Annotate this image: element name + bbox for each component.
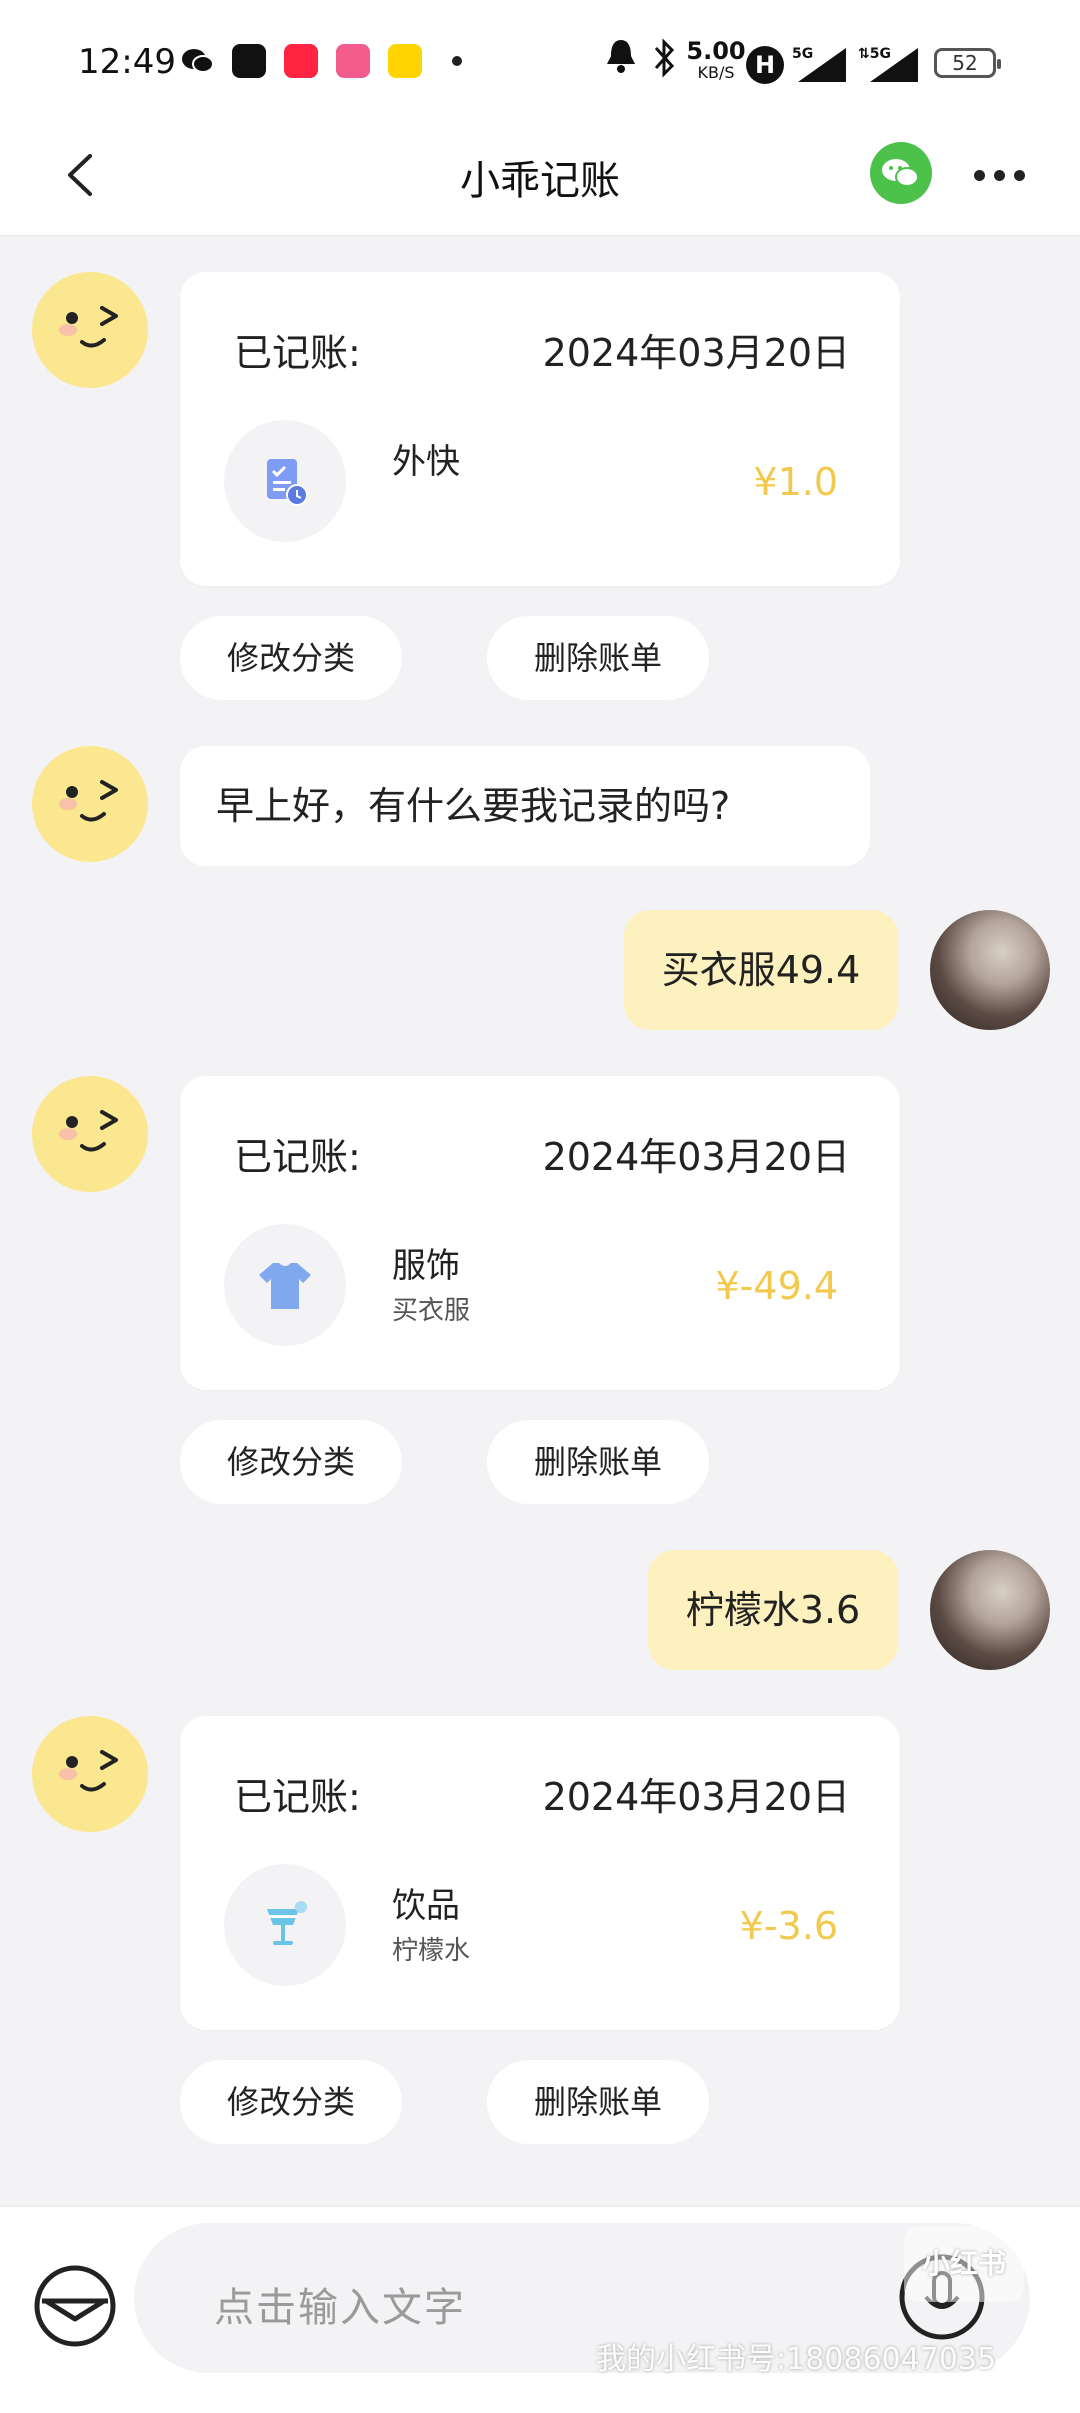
notification-dot <box>452 56 462 66</box>
category-icon-circle <box>224 420 346 542</box>
watermark-text: 我的小红书号:18086047035 <box>596 2342 997 2377</box>
bot-avatar <box>30 270 150 390</box>
xiaohongshu-watermark-logo: 小红书 <box>904 2226 1024 2302</box>
modify-category-button[interactable]: 修改分类 <box>180 2060 402 2144</box>
category-icon-circle <box>224 1864 346 1986</box>
bill-record-card[interactable]: 已记账: 2024年03月20日 服饰 买衣服 ¥-49.4 <box>180 1076 900 1390</box>
category-name: 外快 <box>392 442 460 482</box>
h-network-badge: H <box>746 46 784 84</box>
category-icon-circle <box>224 1224 346 1346</box>
tshirt-icon <box>259 1263 311 1309</box>
bot-message-bubble: 早上好，有什么要我记录的吗? <box>180 746 870 866</box>
wechat-icon <box>882 159 919 187</box>
bot-avatar <box>30 1074 150 1194</box>
network-speed: 5.00 KB/S <box>686 37 746 82</box>
status-time: 12:49 <box>78 42 176 82</box>
wechat-share-button[interactable] <box>870 142 932 204</box>
more-options-icon[interactable] <box>970 160 1030 190</box>
category-name: 饮品 <box>392 1886 460 1926</box>
document-clock-icon <box>267 459 308 506</box>
bell-muted-icon <box>603 36 639 86</box>
bot-avatar <box>30 744 150 864</box>
bot-avatar <box>30 1714 150 1834</box>
signal-5g-1-icon: 5G <box>790 44 850 94</box>
category-note: 买衣服 <box>392 1296 471 1326</box>
battery-indicator: 52 <box>934 48 1001 78</box>
bilibili-icon <box>336 44 370 78</box>
qimao-icon <box>388 44 422 78</box>
dewu-icon <box>232 44 266 78</box>
svg-text:⇅5G: ⇅5G <box>858 46 891 62</box>
drink-icon <box>267 1901 307 1945</box>
record-date: 2024年03月20日 <box>542 1775 850 1819</box>
bill-record-card[interactable]: 已记账: 2024年03月20日 外快 ¥1.0 <box>180 272 900 586</box>
user-avatar[interactable] <box>930 910 1050 1030</box>
svg-text:5G: 5G <box>792 46 813 62</box>
xiaohongshu-icon <box>284 44 318 78</box>
bill-record-card[interactable]: 已记账: 2024年03月20日 饮品 柠檬水 ¥-3.6 <box>180 1716 900 2030</box>
status-bar: 12:49 5.00 KB/S H 5G ⇅5G 52 <box>0 0 1080 120</box>
input-placeholder: 点击输入文字 <box>214 2285 466 2331</box>
signal-5g-2-icon: ⇅5G <box>856 44 922 94</box>
delete-bill-button[interactable]: 删除账单 <box>487 1420 709 1504</box>
bluetooth-icon <box>652 36 678 86</box>
record-date: 2024年03月20日 <box>542 1135 850 1179</box>
category-note: 柠檬水 <box>392 1936 471 1966</box>
user-avatar[interactable] <box>930 1550 1050 1670</box>
bill-amount: ¥-49.4 <box>715 1264 839 1308</box>
top-navigation-bar: 小乖记账 <box>0 120 1080 236</box>
bill-amount: ¥-3.6 <box>739 1904 838 1948</box>
user-message-bubble: 买衣服49.4 <box>624 910 898 1030</box>
bill-amount: ¥1.0 <box>753 460 838 504</box>
recorded-label: 已记账: <box>234 331 361 375</box>
recorded-label: 已记账: <box>234 1135 361 1179</box>
recorded-label: 已记账: <box>234 1775 361 1819</box>
wechat-icon <box>180 44 214 78</box>
category-name: 服饰 <box>392 1246 460 1286</box>
delete-bill-button[interactable]: 删除账单 <box>487 2060 709 2144</box>
record-date: 2024年03月20日 <box>542 331 850 375</box>
user-message-bubble: 柠檬水3.6 <box>648 1550 898 1670</box>
wallet-icon[interactable] <box>32 2263 118 2349</box>
modify-category-button[interactable]: 修改分类 <box>180 1420 402 1504</box>
modify-category-button[interactable]: 修改分类 <box>180 616 402 700</box>
delete-bill-button[interactable]: 删除账单 <box>487 616 709 700</box>
